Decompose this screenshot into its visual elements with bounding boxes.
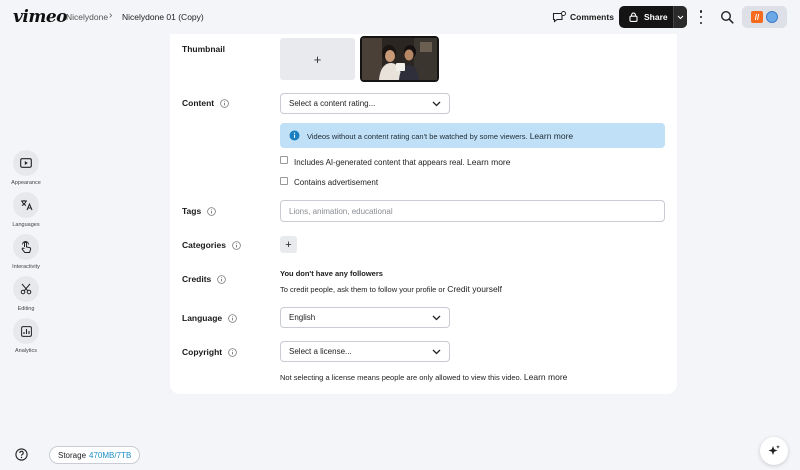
user-avatar [766,11,778,23]
content-rating-select[interactable]: Select a content rating... [280,93,450,114]
info-filled-icon [289,130,300,141]
ai-content-checkbox[interactable] [280,156,288,164]
advertisement-checkbox[interactable] [280,176,288,185]
chevron-right-icon: › [109,10,113,21]
info-icon[interactable] [207,206,217,216]
ai-content-checkbox-row[interactable]: Includes AI-generated content that appea… [280,156,510,167]
lock-icon [629,12,638,22]
play-icon [20,158,32,168]
credits-label: Credits [182,274,227,284]
chevron-down-icon [432,101,441,106]
share-button[interactable]: Share [619,6,687,28]
thumbnail-photo [362,38,437,80]
chevron-down-icon [432,349,441,354]
sparkle-icon [768,445,780,455]
notice-text: Videos without a content rating can't be… [307,131,528,141]
rail-label: Editing [17,306,35,312]
share-label: Share [644,12,668,22]
content-rating-notice: Videos without a content rating can't be… [280,123,665,148]
share-dropdown-toggle[interactable] [673,6,687,28]
ai-assistant-button[interactable] [760,437,788,465]
comments-label: Comments [570,12,614,22]
vimeo-logo[interactable]: vimeo [13,7,67,27]
breadcrumb-folder[interactable]: Nicelydone [66,12,108,22]
rail-item-editing[interactable]: Editing [0,276,52,312]
license-note-row: Not selecting a license means people are… [280,372,567,382]
thumbnail-image[interactable] [360,36,439,82]
chevron-down-icon [432,315,441,320]
storage-label: Storage [58,450,87,460]
copyright-license-select[interactable]: Select a license... [280,341,450,362]
help-icon[interactable] [15,448,28,461]
license-note: Not selecting a license means people are… [280,373,522,382]
rail-item-analytics[interactable]: Analytics [0,318,52,354]
add-thumbnail-button[interactable]: + [280,38,355,80]
info-icon[interactable] [220,98,229,108]
rail-label: Languages [12,222,40,228]
thumbnail-label: Thumbnail [182,44,225,54]
tags-label: Tags [182,206,217,216]
video-details-card: Thumbnail + Content Select a content rat… [170,34,677,394]
credits-text: To credit people, ask them to follow you… [280,285,446,294]
more-options-icon[interactable] [697,10,705,24]
content-label: Content [182,98,229,108]
rail-label: Interactivity [12,264,40,270]
language-value: English [289,313,316,322]
translate-icon [20,200,32,211]
info-icon[interactable] [217,274,227,284]
rail-item-appearance[interactable]: Appearance [0,150,52,186]
top-bar: vimeo Nicelydone › Nicelydone 01 (Copy) … [0,0,800,34]
rail-label: Analytics [14,348,37,354]
info-icon[interactable] [232,240,241,250]
tags-input[interactable]: Lions, animation, educational [280,200,665,222]
chart-icon [20,325,32,337]
rail-item-interactivity[interactable]: Interactivity [0,234,52,270]
language-label: Language [182,313,237,323]
rail-label: Appearance [11,180,41,186]
info-icon[interactable] [228,347,237,357]
notice-learn-more-link[interactable]: Learn more [530,131,573,141]
license-learn-more-link[interactable]: Learn more [524,372,567,382]
pointer-icon [21,240,32,253]
credits-title: You don't have any followers [280,269,383,278]
advertisement-checkbox-row[interactable]: Contains advertisement [280,176,379,187]
comments-button[interactable]: Comments [552,9,614,25]
credits-text-row: To credit people, ask them to follow you… [280,284,502,294]
team-avatar: // [751,11,763,23]
comment-icon [552,10,566,23]
categories-label: Categories [182,240,241,250]
credit-yourself-link[interactable]: Credit yourself [447,284,502,294]
ai-learn-more-link[interactable]: Learn more [467,157,510,167]
info-icon[interactable] [228,313,237,323]
language-select[interactable]: English [280,307,450,328]
ai-content-label: Includes AI-generated content that appea… [294,158,465,167]
add-category-button[interactable]: + [280,236,297,253]
scissors-icon [20,283,32,295]
copyright-license-value: Select a license... [289,347,352,356]
account-switcher[interactable]: // [742,6,787,28]
storage-value: 470MB/7TB [89,450,132,460]
storage-badge[interactable]: Storage 470MB/7TB [49,446,141,464]
copyright-label: Copyright [182,347,237,357]
advertisement-label: Contains advertisement [294,178,379,187]
search-icon[interactable] [720,10,734,24]
content-rating-value: Select a content rating... [289,99,376,108]
breadcrumb-video-title: Nicelydone 01 (Copy) [122,12,204,22]
chevron-down-icon [677,15,684,19]
rail-item-languages[interactable]: Languages [0,192,52,228]
